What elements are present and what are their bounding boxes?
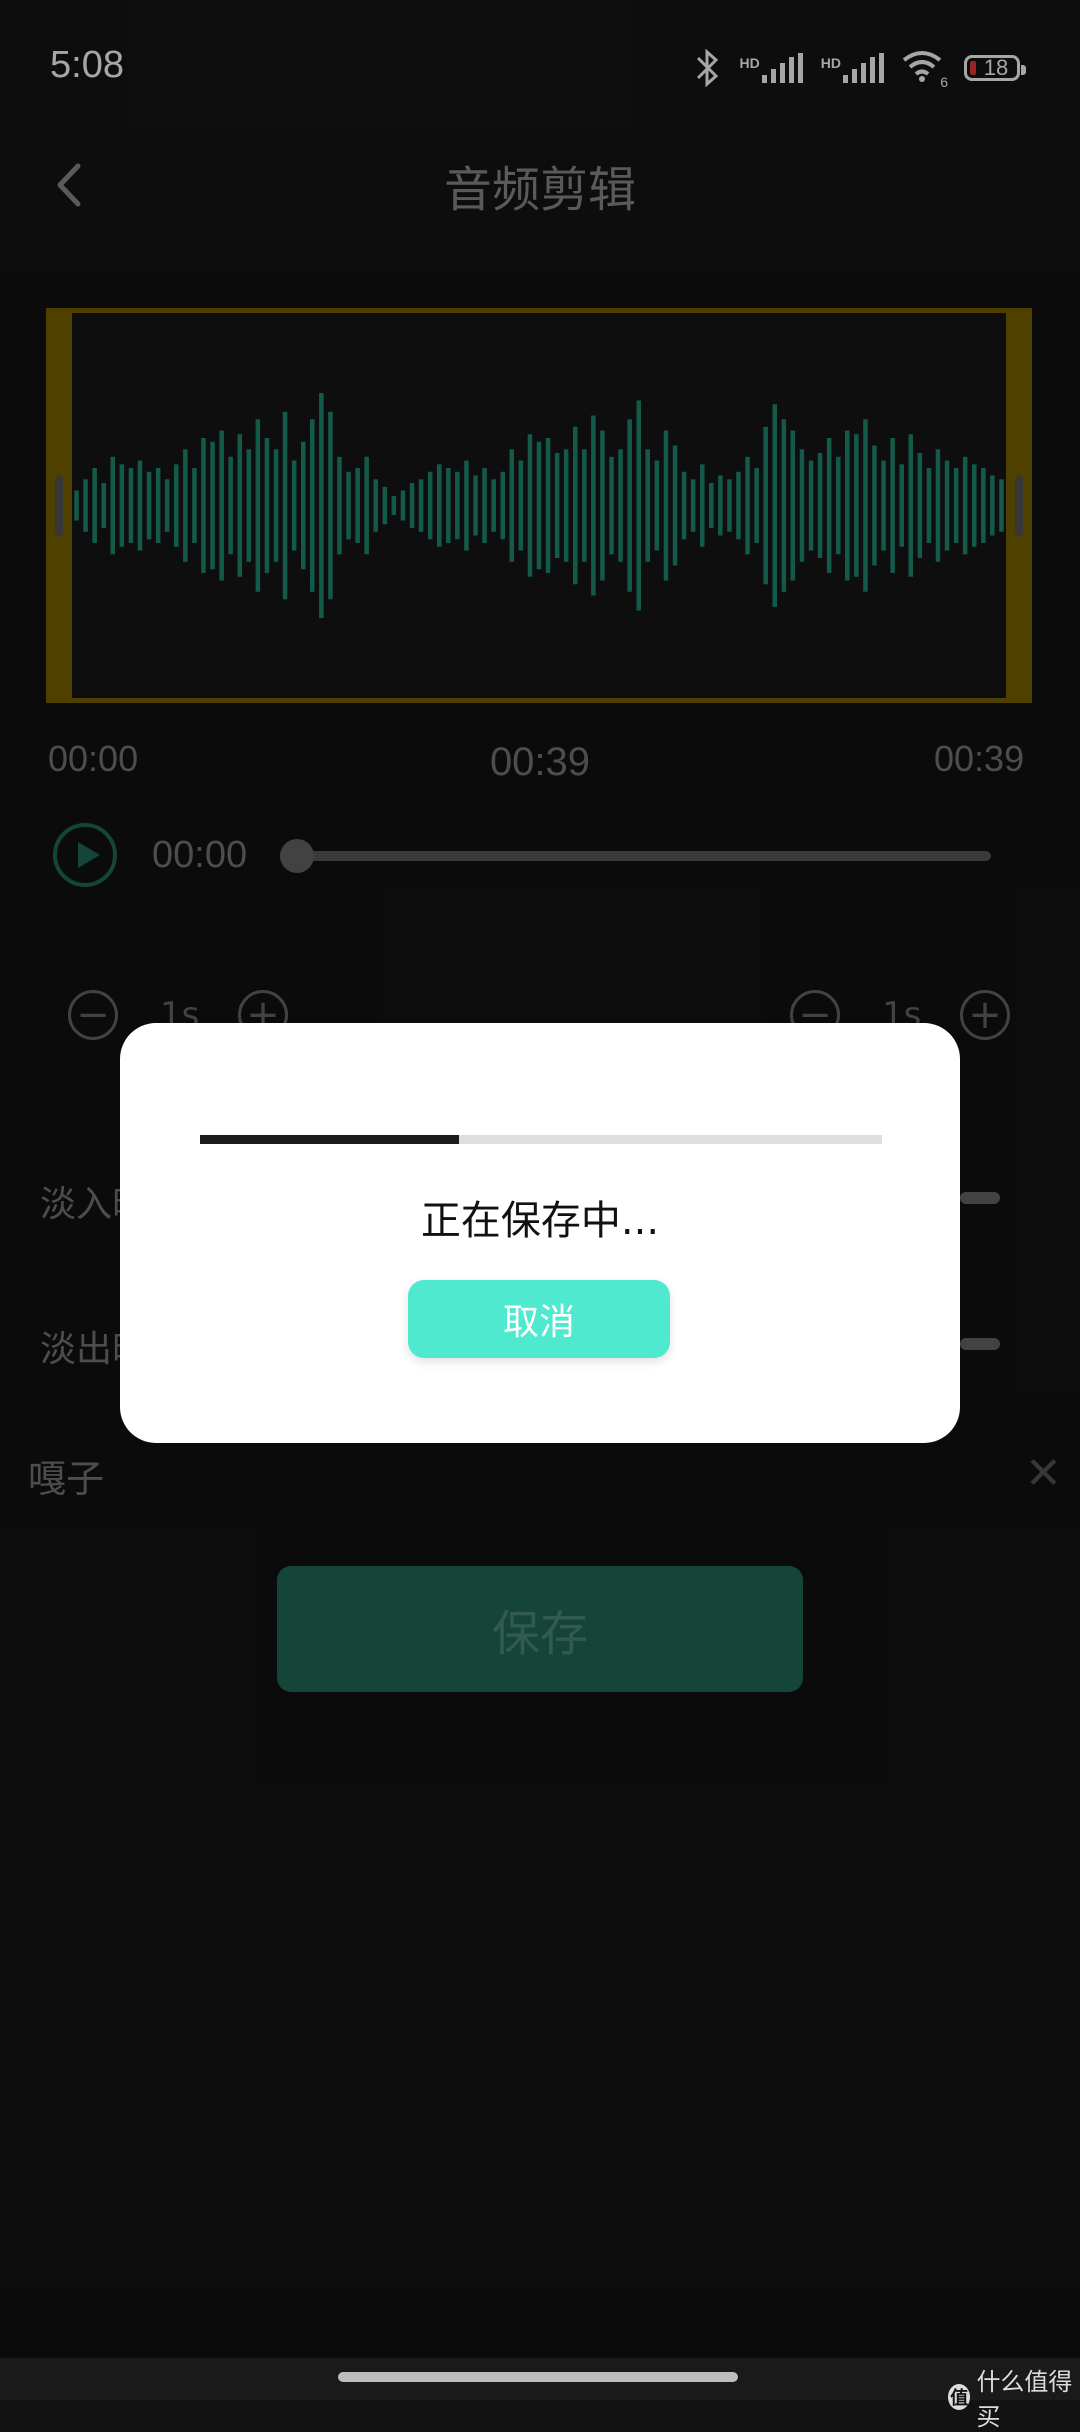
saving-message: 正在保存中... (420, 1198, 660, 1244)
save-progress-fill (200, 1135, 460, 1144)
watermark-logo: 值 (948, 2384, 971, 2410)
watermark: 值 什么值得买 (948, 2362, 1080, 2432)
saving-dialog: 正在保存中... 取消 (120, 1023, 960, 1443)
home-indicator[interactable] (338, 2372, 738, 2382)
cancel-button[interactable]: 取消 (408, 1280, 670, 1358)
save-progress-bar (200, 1135, 882, 1144)
watermark-text: 什么值得买 (976, 2368, 1073, 2431)
